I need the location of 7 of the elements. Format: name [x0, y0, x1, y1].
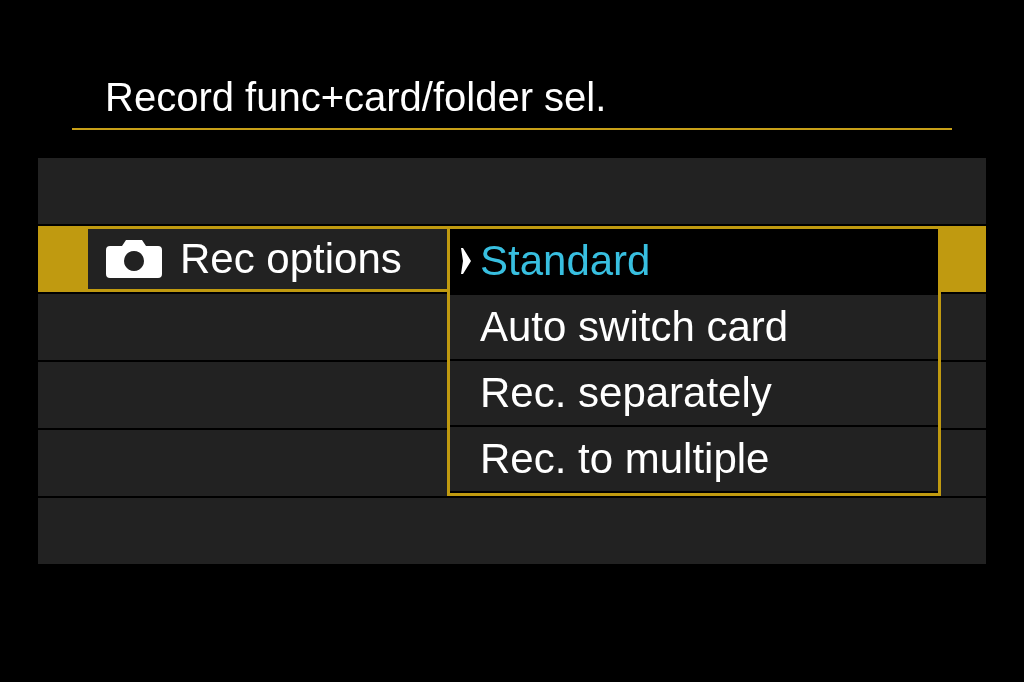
pointer-icon — [459, 248, 471, 274]
dropdown-option[interactable]: Rec. separately — [450, 361, 938, 427]
dropdown-option[interactable]: Rec. to multiple — [450, 427, 938, 493]
screen-title: Record func+card/folder sel. — [105, 75, 607, 119]
dropdown-option[interactable]: Auto switch card — [450, 295, 938, 361]
menu-item-label: Rec options — [180, 238, 402, 280]
camera-icon — [106, 240, 162, 278]
